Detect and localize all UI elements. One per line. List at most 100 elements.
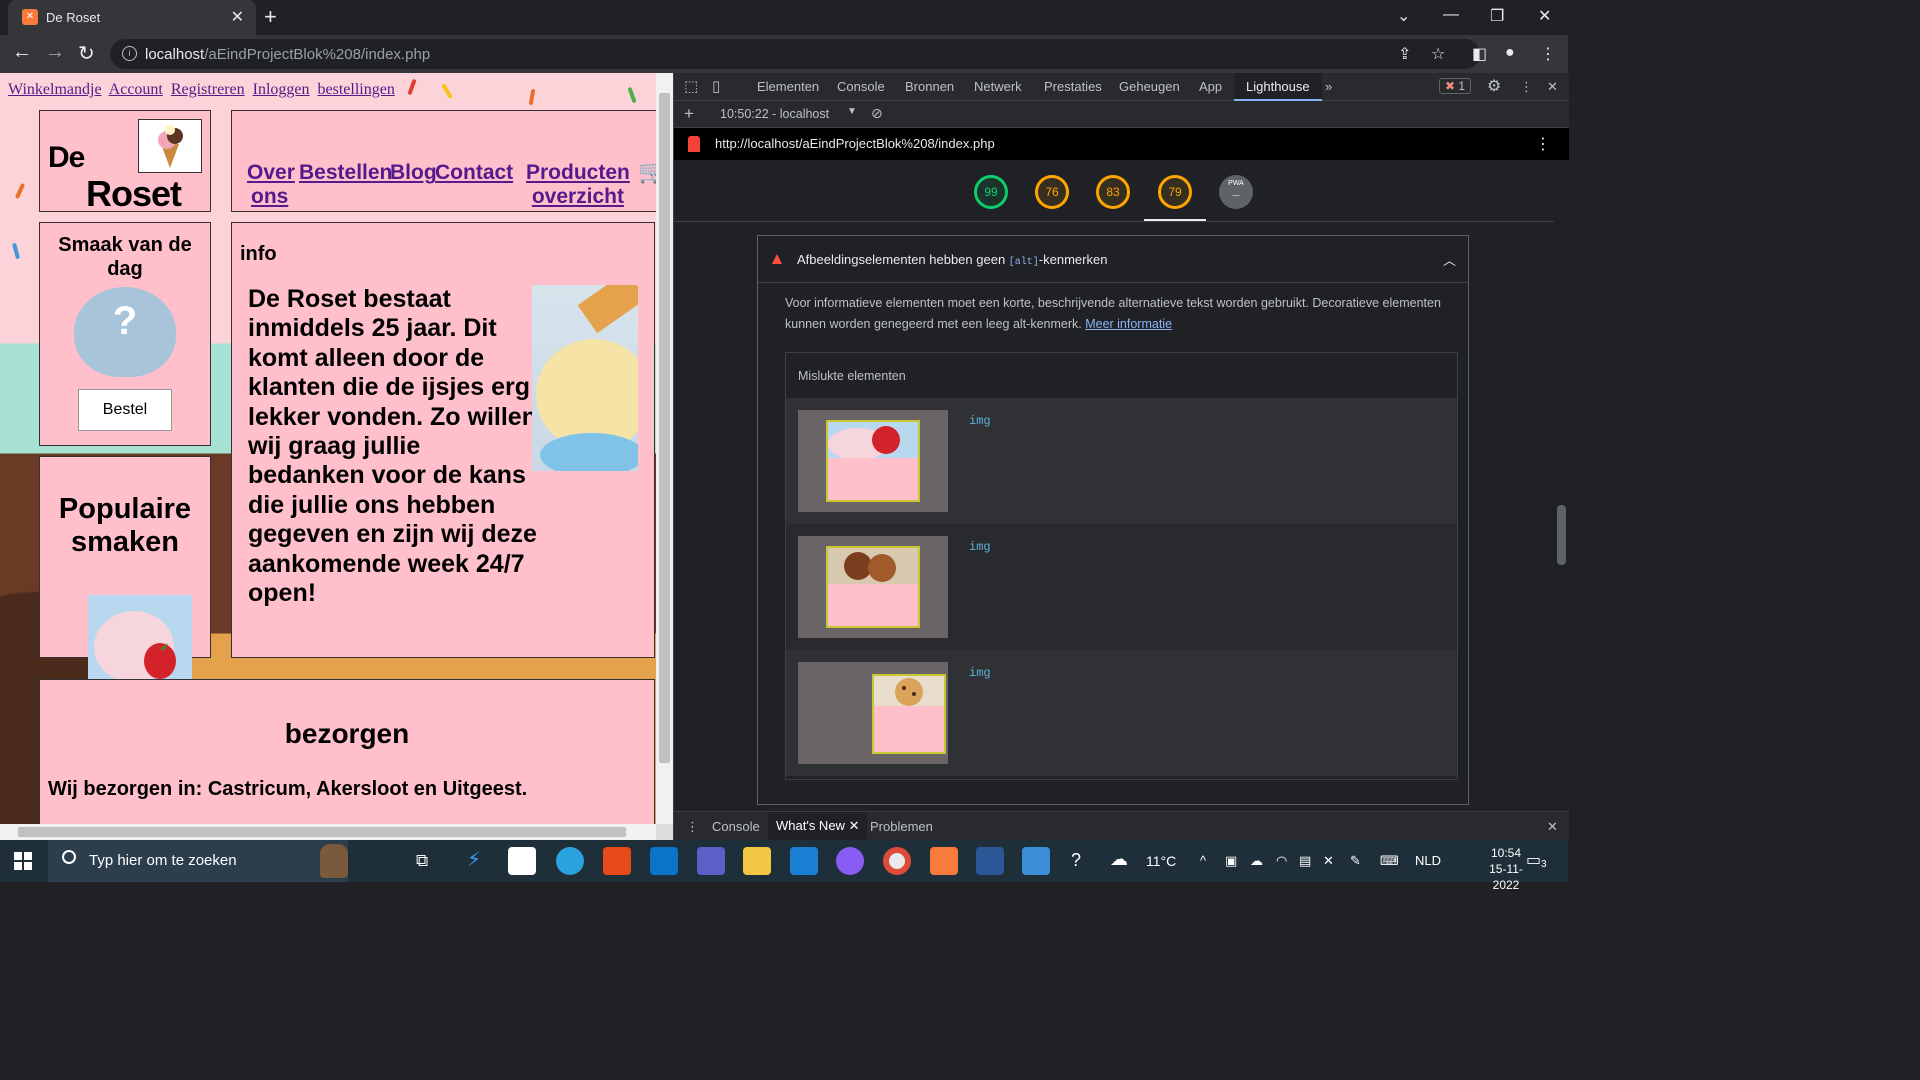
onedrive-icon[interactable]: ☁ — [1250, 853, 1263, 869]
close-devtools-icon[interactable]: ✕ — [1547, 79, 1558, 95]
tab-search-chevron-icon[interactable]: ⌄ — [1397, 6, 1410, 26]
link-inloggen[interactable]: Inloggen — [253, 81, 310, 98]
drawer-menu-icon[interactable]: ⋮ — [686, 819, 699, 835]
node-label[interactable]: img — [969, 540, 991, 554]
nav-blog[interactable]: Blog — [390, 161, 437, 185]
edge-browser-icon[interactable] — [556, 847, 584, 875]
meet-now-icon[interactable]: ▣ — [1225, 853, 1237, 869]
close-tab-icon[interactable]: ✕ — [231, 7, 244, 27]
node-label[interactable]: img — [969, 414, 991, 428]
word-icon[interactable] — [976, 847, 1004, 875]
site-info-icon[interactable]: i — [122, 46, 137, 61]
forward-arrow-icon[interactable]: → — [45, 41, 65, 64]
score-seo[interactable]: 79 — [1158, 175, 1192, 209]
display-icon[interactable]: ▤ — [1299, 853, 1311, 869]
power-automate-icon[interactable]: ⚡ — [460, 847, 488, 875]
share-icon[interactable]: ⇪ — [1398, 44, 1411, 64]
report-select[interactable]: 10:50:22 - localhost — [720, 107, 829, 121]
tab-elementen[interactable]: Elementen — [757, 79, 819, 94]
back-arrow-icon[interactable]: ← — [12, 41, 32, 64]
table-row[interactable]: img — [786, 650, 1457, 776]
link-bestellingen[interactable]: bestellingen — [318, 81, 395, 98]
tab-bronnen[interactable]: Bronnen — [905, 79, 954, 94]
pen-icon[interactable]: ✎ — [1350, 853, 1361, 869]
drawer-tab-console[interactable]: Console — [712, 819, 760, 834]
tab-netwerk[interactable]: Netwerk — [974, 79, 1022, 94]
audit-header[interactable]: Afbeeldingselementen hebben geen [alt]-k… — [758, 235, 1468, 283]
new-report-plus-icon[interactable]: + — [684, 104, 694, 124]
clear-reports-icon[interactable]: ⊘ — [871, 105, 883, 122]
tray-chevron-icon[interactable]: ^ — [1200, 853, 1206, 868]
reload-icon[interactable]: ↻ — [78, 41, 95, 66]
help-icon[interactable]: ? — [1071, 850, 1081, 871]
drawer-tab-problemen[interactable]: Problemen — [870, 819, 933, 834]
notifications-icon[interactable]: ▭ — [1526, 850, 1541, 870]
link-account[interactable]: Account — [109, 81, 163, 98]
close-window-button[interactable]: ✕ — [1538, 6, 1551, 26]
xampp-icon[interactable] — [930, 847, 958, 875]
taskbar-search-box[interactable]: Typ hier om te zoeken — [48, 840, 348, 882]
discord-icon[interactable] — [836, 847, 864, 875]
nav-bestellen[interactable]: Bestellen — [299, 161, 392, 185]
minimize-button[interactable]: — — [1443, 6, 1459, 24]
tab-console[interactable]: Console — [837, 79, 885, 94]
browser-tab[interactable]: ✕ De Roset ✕ — [8, 0, 256, 35]
node-label[interactable]: img — [969, 666, 991, 680]
table-row[interactable]: img — [786, 398, 1457, 524]
vscode-icon[interactable] — [790, 847, 818, 875]
network-icon[interactable]: ◠ — [1276, 853, 1287, 869]
device-toolbar-icon[interactable]: ▯ — [712, 77, 720, 95]
bookmark-star-icon[interactable]: ☆ — [1431, 44, 1445, 64]
inspect-element-icon[interactable]: ⬚ — [684, 77, 698, 95]
address-url[interactable]: localhost/aEindProjectBlok%208/index.php — [145, 46, 430, 63]
close-drawer-tab-icon[interactable]: ✕ — [849, 818, 860, 833]
devtools-scrollbar[interactable] — [1554, 160, 1569, 811]
restore-button[interactable]: ❐ — [1490, 6, 1504, 26]
settings-gear-icon[interactable]: ⚙ — [1487, 76, 1501, 96]
language-indicator[interactable]: NLD — [1415, 853, 1441, 868]
close-drawer-icon[interactable]: ✕ — [1547, 819, 1558, 835]
profile-avatar-icon[interactable]: ● — [1505, 44, 1515, 62]
score-best-practices[interactable]: 83 — [1096, 175, 1130, 209]
scrollbar-thumb[interactable] — [659, 93, 670, 763]
menu-kebab-icon[interactable]: ⋮ — [1540, 44, 1556, 64]
meer-informatie-link[interactable]: Meer informatie — [1085, 317, 1172, 331]
link-winkelmandje[interactable]: Winkelmandje — [8, 81, 102, 98]
windows-start-icon[interactable] — [14, 852, 32, 870]
report-menu-icon[interactable]: ⋮ — [1535, 134, 1551, 154]
address-bar[interactable]: i localhost/aEindProjectBlok%208/index.p… — [110, 39, 1480, 69]
microsoft-store-icon[interactable] — [508, 847, 536, 875]
link-registreren[interactable]: Registreren — [171, 81, 245, 98]
office-icon[interactable] — [603, 847, 631, 875]
collapse-chevron-icon[interactable]: ︿ — [1443, 250, 1456, 269]
devtools-menu-icon[interactable]: ⋮ — [1520, 79, 1533, 95]
teams-icon[interactable] — [697, 847, 725, 875]
bestel-button[interactable]: Bestel — [78, 389, 172, 431]
new-tab-button[interactable]: + — [264, 4, 277, 30]
weather-temperature[interactable]: 11°C — [1146, 853, 1176, 869]
photos-icon[interactable] — [1022, 847, 1050, 875]
tab-app[interactable]: App — [1199, 79, 1222, 94]
volume-muted-icon[interactable]: ✕ — [1323, 853, 1334, 869]
report-dropdown-icon[interactable]: ▼ — [847, 106, 857, 117]
file-explorer-icon[interactable] — [743, 847, 771, 875]
page-horizontal-scrollbar[interactable] — [0, 824, 656, 840]
scrollbar-thumb[interactable] — [1557, 505, 1566, 565]
drawer-tab-whats-new[interactable]: What's New ✕ — [768, 812, 868, 841]
page-vertical-scrollbar[interactable] — [656, 73, 673, 824]
side-panel-icon[interactable]: ◧ — [1472, 44, 1487, 64]
chrome-icon[interactable] — [883, 847, 911, 875]
weather-cloud-icon[interactable]: ☁ — [1110, 849, 1128, 870]
nav-over-ons[interactable]: Over ons — [247, 161, 295, 209]
more-tabs-icon[interactable]: » — [1325, 79, 1332, 94]
tab-lighthouse[interactable]: Lighthouse — [1234, 73, 1322, 101]
error-counter[interactable]: ✖ 1 — [1439, 78, 1472, 94]
scrollbar-thumb[interactable] — [18, 827, 626, 837]
nav-producten-overzicht[interactable]: Producten overzicht — [526, 161, 630, 209]
tab-prestaties[interactable]: Prestaties — [1044, 79, 1102, 94]
mail-icon[interactable] — [650, 847, 678, 875]
score-pwa[interactable]: PWA — — [1219, 175, 1253, 209]
tab-geheugen[interactable]: Geheugen — [1119, 79, 1180, 94]
score-accessibility[interactable]: 76 — [1035, 175, 1069, 209]
shopping-cart-icon[interactable]: 🛒 — [638, 159, 656, 185]
